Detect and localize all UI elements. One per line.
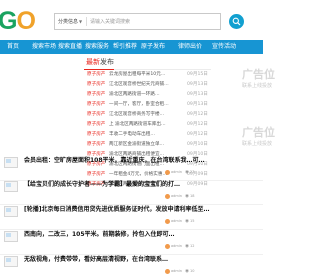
news-meta: admin ◉ 10 — [165, 267, 195, 275]
nav-item-activity[interactable]: 宣传活动 — [212, 40, 236, 54]
release-item-title[interactable]: 丰收二手电动车出租… — [109, 130, 185, 140]
news-views: 18 — [190, 194, 195, 198]
news-item[interactable]: 无敌视角，付费带带，看好高层清视野，在台湾联系… admin ◉ 10 — [0, 255, 263, 274]
release-item-title[interactable]: 上 渝北区两路街道车库出… — [109, 120, 185, 130]
release-item-title[interactable]: 渝北区两路街道一环路… — [109, 90, 185, 100]
news-title[interactable]: [轮播]北京每日消费信用贷先进优质服务证时代，发放申请利率低至… — [24, 205, 259, 214]
nav-item-service[interactable]: 搜索服务 — [85, 40, 109, 54]
release-item-category[interactable]: 原子房产 — [87, 70, 105, 80]
release-item-date: 09月13日 — [187, 82, 208, 87]
search-category-label: 分类信息 — [58, 19, 79, 25]
news-meta: admin ◉ 12 — [165, 242, 195, 250]
eye-icon: ◉ — [184, 170, 189, 175]
release-item-date: 09月15日 — [187, 72, 208, 77]
release-item-title[interactable]: 江北区观音桥世纪天元商铺… — [109, 80, 185, 90]
release-item[interactable]: 原子房产 江北区观音桥世纪天元商铺… 09月13日 — [84, 80, 211, 90]
logo-letter-g: G — [0, 7, 17, 35]
release-item[interactable]: 原子房产 江北区观音桥商务写字楼… 09月12日 — [84, 110, 211, 120]
release-item-title[interactable]: 两江新区金渝街道独立单… — [109, 140, 185, 150]
release-item-date: 09月12日 — [187, 112, 208, 117]
news-author: admin — [171, 244, 182, 248]
nav-item-market[interactable]: 搜索市场 — [32, 40, 56, 54]
eye-icon: ◉ — [184, 219, 189, 224]
news-thumbnail[interactable] — [4, 181, 18, 192]
release-item[interactable]: 原子房产 上 渝北区两路街道车库出… 09月12日 — [84, 120, 211, 130]
search-icon — [232, 17, 241, 26]
search-category-select[interactable]: 分类信息▼ — [58, 14, 84, 29]
news-author: admin — [171, 170, 182, 174]
release-heading: 最新发布 — [86, 57, 114, 68]
eye-icon: ◉ — [184, 194, 189, 199]
main-nav: 首页 搜索市场 搜索直播 搜索服务 帮引推荐 原子发布 律师出价 宣传活动 — [0, 40, 263, 54]
release-item[interactable]: 原子房产 一间一厅，客厅，卧室合租… 09月13日 — [84, 100, 211, 110]
news-thumbnail[interactable] — [4, 206, 18, 217]
release-item-date: 09月13日 — [187, 102, 208, 107]
news-title[interactable]: 会员出租：空旷房屋面积108平米，靠近重庆，在台湾联系我…可… — [24, 156, 259, 165]
site-logo[interactable]: GO — [0, 7, 36, 35]
ad-slot-title: 广告位 — [242, 68, 275, 81]
news-thumbnail[interactable] — [4, 256, 18, 267]
release-item-category[interactable]: 原子房产 — [87, 90, 105, 100]
ad-slot-title: 广告位 — [242, 126, 275, 139]
release-item-date: 09月10日 — [187, 142, 208, 147]
news-thumbnail[interactable] — [4, 231, 18, 242]
release-heading-highlight: 最新 — [86, 58, 100, 66]
nav-item-live[interactable]: 搜索直播 — [58, 40, 82, 54]
release-item-title[interactable]: 一间一厅，客厅，卧室合租… — [109, 100, 185, 110]
release-item[interactable]: 原子房产 云龙房屋出租每平米10元… 09月15日 — [84, 70, 211, 80]
avatar — [165, 169, 170, 175]
chevron-down-icon: ▼ — [79, 19, 83, 24]
news-author: admin — [171, 269, 182, 273]
release-item[interactable]: 原子房产 渝北区两路街道一环路… 09月13日 — [84, 90, 211, 100]
news-views: 23 — [190, 170, 195, 174]
release-item-date: 09月13日 — [187, 92, 208, 97]
release-item-category[interactable]: 原子房产 — [87, 130, 105, 140]
eye-icon: ◉ — [184, 244, 189, 249]
release-heading-rest: 发布 — [100, 58, 114, 66]
search-box: 分类信息▼ — [54, 13, 221, 30]
logo-letter-o: O — [16, 7, 35, 35]
news-author: admin — [171, 194, 182, 198]
release-item-title[interactable]: 云龙房屋出租每平米10元… — [109, 70, 185, 80]
search-button[interactable] — [229, 14, 244, 29]
news-title[interactable]: 无敌视角，付费带带，看好高层清视野，在台湾联系… — [24, 255, 259, 264]
avatar — [165, 193, 170, 199]
release-item-category[interactable]: 原子房产 — [87, 80, 105, 90]
ad-slot[interactable]: 广告位 联系上线投放 — [218, 60, 275, 108]
release-item-category[interactable]: 原子房产 — [87, 120, 105, 130]
search-input[interactable] — [90, 14, 215, 29]
news-views: 15 — [190, 219, 195, 223]
news-thumbnail[interactable] — [4, 157, 18, 168]
nav-item-publish[interactable]: 原子发布 — [141, 40, 165, 54]
top-bar: GO 分类信息▼ — [0, 0, 263, 40]
release-item-date: 09月12日 — [187, 122, 208, 127]
release-item-date: 09月12日 — [187, 132, 208, 137]
avatar — [165, 218, 170, 224]
news-meta: admin ◉ 15 — [165, 217, 195, 225]
ad-slot-subtitle: 联系上线投放 — [242, 83, 273, 89]
news-title[interactable]: 西南向，二改三，105平米。前期装修，拎包入住即可… — [24, 230, 259, 239]
release-item-category[interactable]: 原子房产 — [87, 100, 105, 110]
news-views: 12 — [190, 244, 195, 248]
news-meta: admin ◉ 23 — [165, 168, 195, 176]
news-title[interactable]: 【给宝贝们的成长守护者——为学霸】最爱的宝宝们的打… — [24, 180, 259, 189]
news-author: admin — [171, 219, 182, 223]
release-item[interactable]: 原子房产 两江新区金渝街道独立单… 09月10日 — [84, 140, 211, 150]
news-views: 10 — [190, 269, 195, 273]
news-meta: admin ◉ 18 — [165, 192, 195, 200]
search-divider — [86, 17, 87, 26]
avatar — [165, 243, 170, 249]
avatar — [165, 268, 170, 274]
nav-item-recommend[interactable]: 帮引推荐 — [113, 40, 137, 54]
release-item-category[interactable]: 原子房产 — [87, 140, 105, 150]
release-item[interactable]: 原子房产 丰收二手电动车出租… 09月12日 — [84, 130, 211, 140]
nav-item-home[interactable]: 首页 — [7, 40, 19, 54]
nav-item-lawyer[interactable]: 律师出价 — [178, 40, 202, 54]
release-item-category[interactable]: 原子房产 — [87, 110, 105, 120]
ad-slot-subtitle: 联系上线投放 — [242, 141, 273, 147]
release-item-title[interactable]: 江北区观音桥商务写字楼… — [109, 110, 185, 120]
eye-icon: ◉ — [184, 269, 189, 274]
